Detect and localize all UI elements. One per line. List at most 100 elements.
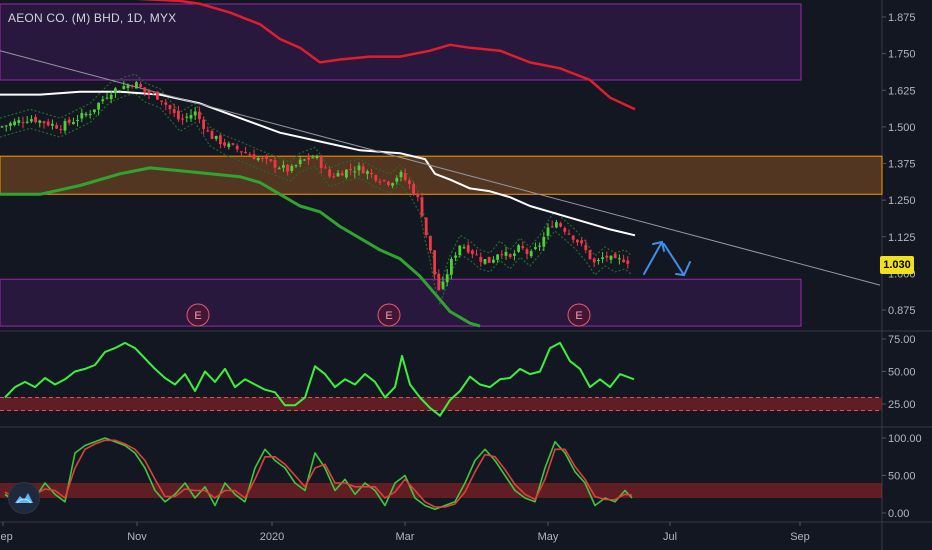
candle-body	[118, 90, 121, 92]
earnings-marker-label: E	[575, 310, 582, 322]
candle-body	[496, 254, 499, 260]
candle-body	[626, 260, 630, 264]
candle-body	[597, 260, 600, 262]
candle-body	[0, 126, 4, 128]
candle-body	[374, 175, 378, 181]
candle-body	[273, 160, 277, 168]
candle-body	[13, 121, 16, 126]
candle-body	[210, 130, 214, 140]
candle-body	[34, 116, 37, 123]
candle-body	[613, 253, 617, 259]
candle-body	[584, 245, 588, 251]
candle-body	[164, 102, 168, 105]
zone-purple-2	[0, 278, 802, 327]
candle-body	[534, 247, 537, 249]
candle-body	[101, 99, 105, 102]
candle-body	[605, 255, 609, 258]
candle-body	[227, 143, 231, 148]
candle-body	[67, 119, 71, 123]
candle-body	[378, 181, 382, 183]
candle-body	[172, 109, 176, 114]
candle-body	[618, 258, 621, 260]
candle-body	[559, 223, 562, 227]
stoch-tick-label: 100.00	[888, 433, 922, 445]
candle-body	[340, 172, 344, 176]
candle-body	[223, 142, 226, 146]
candle-body	[315, 156, 319, 159]
tradingview-logo-icon[interactable]	[8, 482, 40, 514]
y-tick-label: 1.250	[888, 195, 916, 207]
lower-envelope-line	[0, 92, 633, 305]
candle-body	[420, 197, 424, 217]
candle-body	[395, 177, 399, 182]
y-tick-label: 1.875	[888, 12, 916, 24]
candle-body	[571, 235, 575, 240]
candle-body	[588, 250, 592, 260]
candle-body	[345, 169, 348, 178]
x-tick-label: Sep	[790, 531, 810, 543]
candle-body	[51, 123, 54, 126]
candle-body	[202, 119, 205, 129]
candle-body	[185, 116, 189, 118]
x-tick-label: Nov	[127, 531, 147, 543]
candle-body	[416, 193, 420, 198]
candle-body	[336, 172, 340, 177]
candle-body	[42, 121, 46, 124]
candle-body	[366, 171, 369, 174]
candle-body	[235, 145, 239, 150]
candle-body	[424, 217, 428, 236]
candle-body	[143, 87, 147, 92]
y-tick-label: 1.625	[888, 85, 916, 97]
candle-body	[114, 88, 117, 94]
candle-body	[529, 251, 533, 257]
candle-body	[256, 158, 260, 161]
candle-body	[298, 159, 302, 165]
candle-body	[462, 247, 466, 249]
x-tick-label: Mar	[396, 531, 415, 543]
y-tick-label: 1.750	[888, 49, 916, 61]
candle-body	[252, 154, 256, 160]
stoch-k-line	[4, 437, 633, 511]
candle-body	[9, 123, 12, 126]
candle-body	[466, 245, 470, 253]
candle-body	[286, 164, 289, 172]
candle-body	[93, 109, 96, 113]
earnings-marker-label: E	[385, 310, 392, 322]
candle-body	[580, 240, 583, 244]
candle-body	[181, 118, 184, 120]
chart-title: AEON CO. (M) BHD, 1D, MYX	[8, 11, 177, 25]
candle-body	[517, 245, 520, 252]
candle-body	[282, 165, 285, 168]
candle-body	[445, 274, 449, 283]
candle-body	[277, 168, 281, 170]
candle-body	[105, 97, 109, 99]
candle-body	[265, 156, 268, 159]
rsi-tick-label: 25.00	[888, 399, 916, 411]
candle-body	[269, 159, 273, 162]
candle-body	[189, 115, 193, 119]
y-tick-label: 1.125	[888, 232, 916, 244]
candle-body	[122, 86, 126, 89]
rsi-band	[0, 397, 882, 411]
candle-body	[261, 158, 264, 160]
candle-body	[521, 246, 525, 249]
y-tick-label: 1.500	[888, 122, 916, 134]
candle-body	[525, 249, 529, 254]
candle-body	[441, 281, 445, 289]
chart-canvas[interactable]: E E E 1.875 1.750 1.625 1.500 1.375 1.250 1.125 1…	[0, 0, 932, 550]
candle-body	[349, 168, 352, 171]
candle-body	[622, 259, 625, 263]
candle-body	[231, 143, 235, 145]
candle-body	[21, 122, 25, 124]
candle-body	[244, 151, 247, 154]
candle-body	[63, 121, 67, 131]
candle-body	[450, 259, 453, 275]
stoch-tick-label: 50.00	[888, 471, 916, 483]
candle-body	[458, 245, 462, 255]
x-tick-label: May	[538, 531, 559, 543]
candle-body	[412, 183, 415, 195]
candle-body	[492, 259, 495, 263]
candle-body	[177, 110, 180, 120]
candle-body	[126, 85, 130, 89]
candle-body	[17, 120, 21, 123]
